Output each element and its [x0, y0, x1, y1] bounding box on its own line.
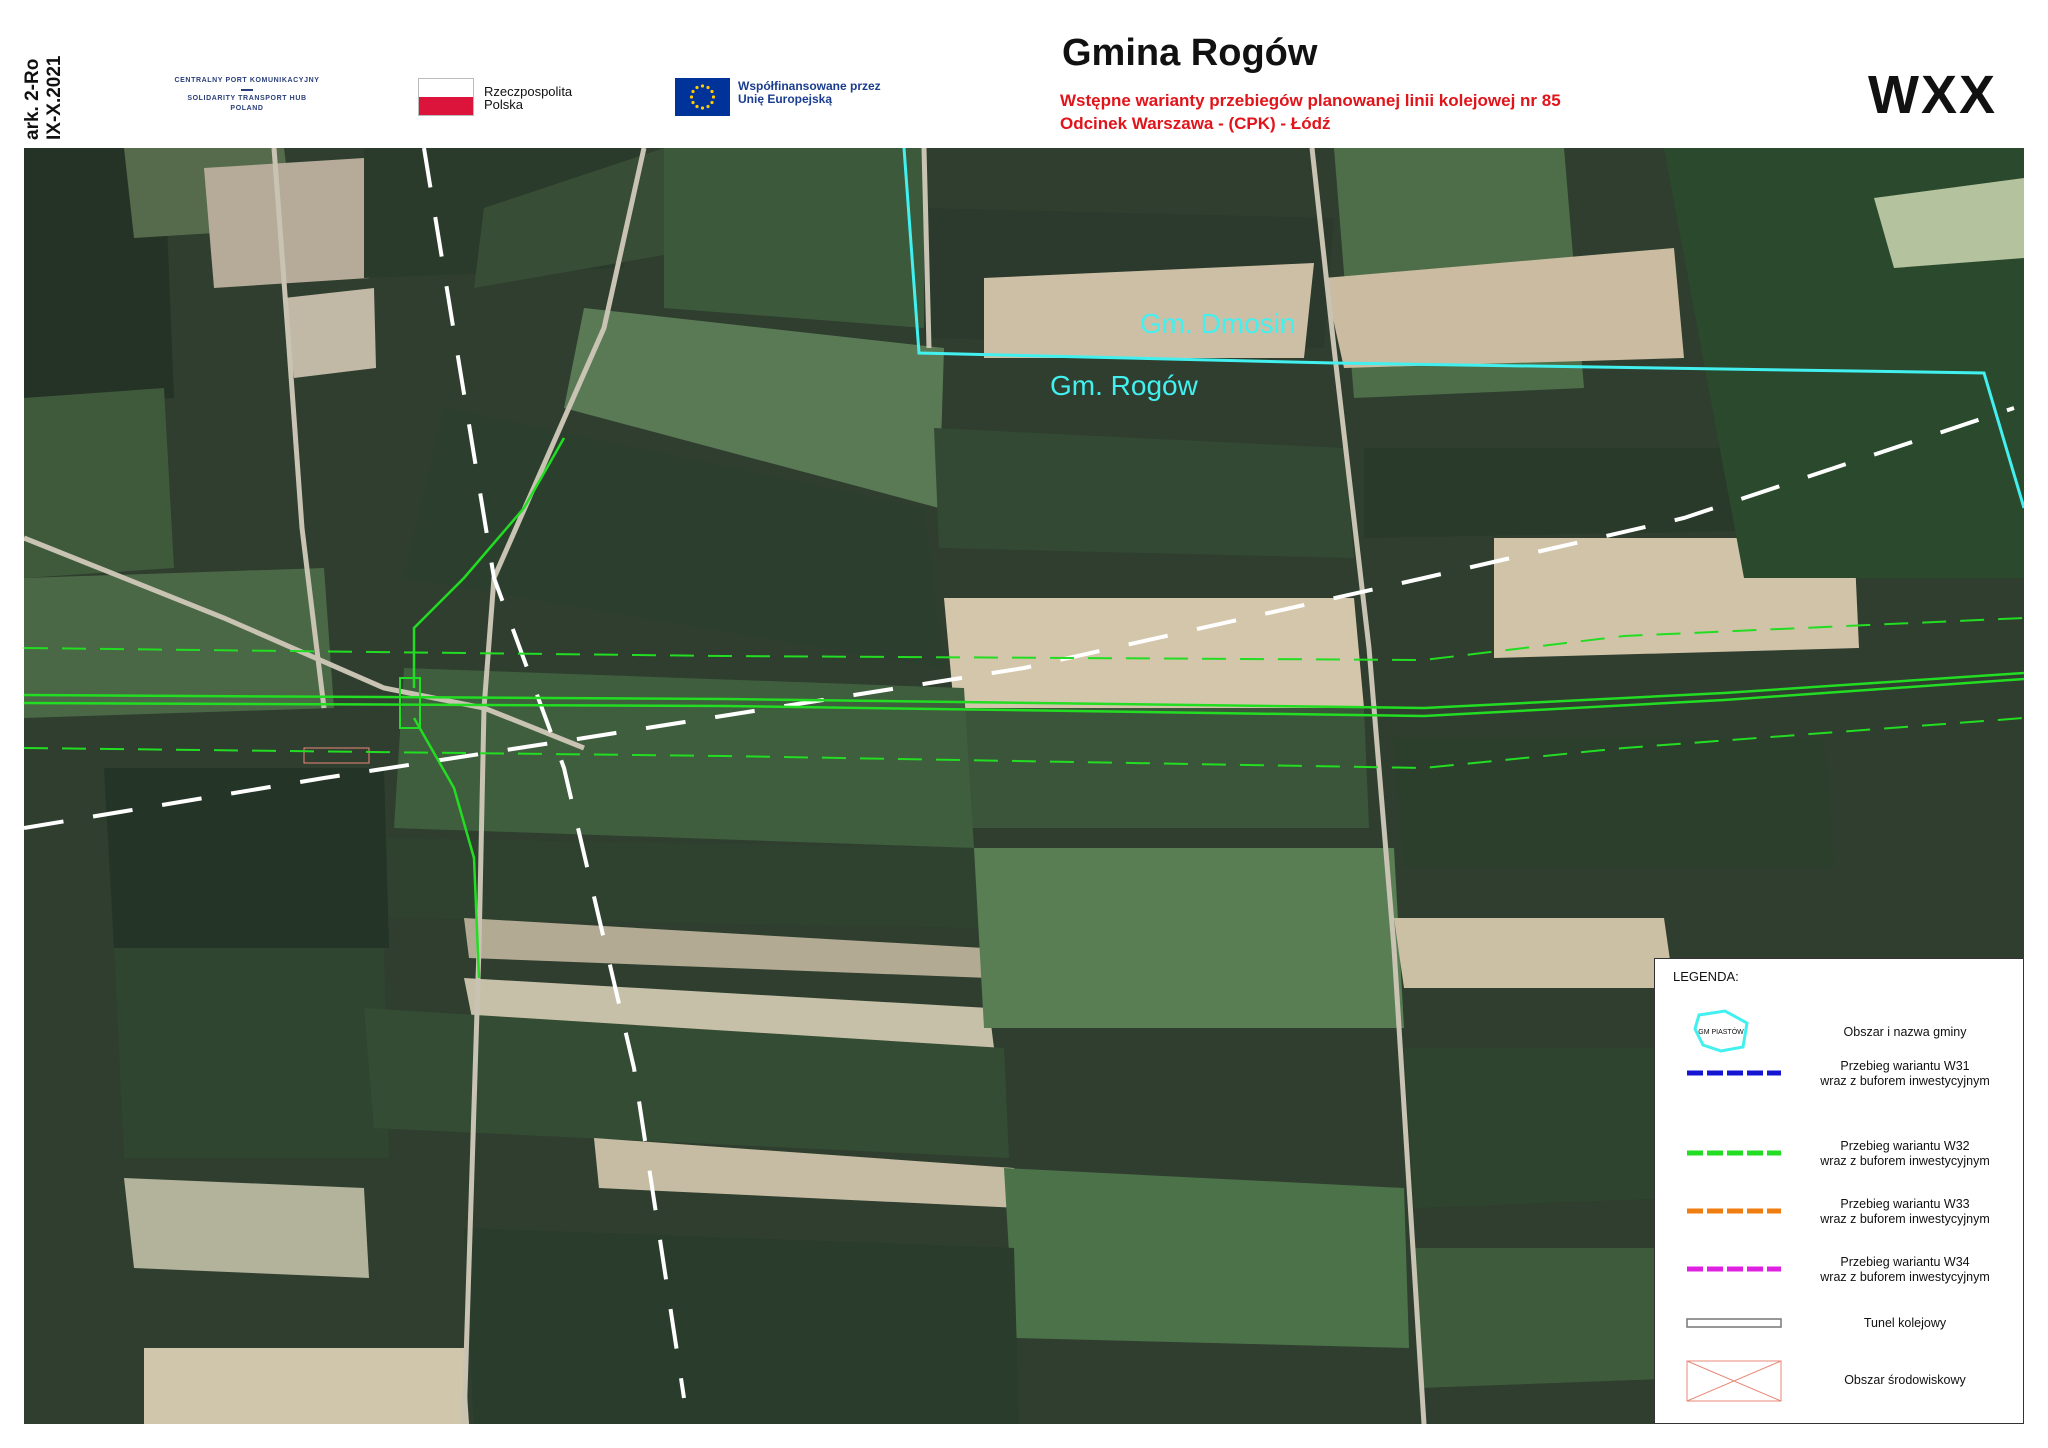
legend-label-w31: Przebieg wariantu W31 wraz z buforem inw… [1785, 1059, 2025, 1089]
polish-flag-icon [418, 78, 474, 116]
w33-line-icon [1687, 1208, 1781, 1214]
legend-w32-line-2: wraz z buforem inwestycyjnym [1820, 1154, 1990, 1168]
sheet-code-line-1: ark. 2-Ro [22, 58, 43, 140]
subtitle-line-1: Wstępne warianty przebiegów planowanej l… [1060, 91, 1561, 110]
env-area-icon [1686, 1360, 1782, 1402]
subtitle-line-2: Odcinek Warszawa - (CPK) - Łódź [1060, 114, 1331, 133]
tunnel-line-icon [1686, 1318, 1782, 1328]
cpk-logo-divider [241, 89, 253, 91]
map-title: Gmina Rogów [1062, 32, 1318, 74]
legend-w34-line-2: wraz z buforem inwestycyjnym [1820, 1270, 1990, 1284]
gmina-area-icon: GM PIASTÓW [1693, 1009, 1749, 1053]
eu-logo-text: Współfinansowane przez Unię Europejską [738, 80, 881, 106]
legend-w32-line-1: Przebieg wariantu W32 [1840, 1139, 1970, 1153]
legend-w33-line-1: Przebieg wariantu W33 [1840, 1197, 1970, 1211]
w32-line-icon [1687, 1150, 1781, 1156]
cpk-logo-line-3: POLAND [230, 105, 264, 112]
cpk-logo-line-1: CENTRALNY PORT KOMUNIKACYJNY [174, 77, 320, 84]
legend-w34-line-1: Przebieg wariantu W34 [1840, 1255, 1970, 1269]
gmina-label-dmosin: Gm. Dmosin [1140, 308, 1296, 339]
gmina-label-rogow: Gm. Rogów [1050, 370, 1198, 401]
rp-logo-line-2: Polska [484, 97, 524, 112]
legend-label-w34: Przebieg wariantu W34 wraz z buforem inw… [1785, 1255, 2025, 1285]
cpk-logo: CENTRALNY PORT KOMUNIKACYJNY SOLIDARITY … [162, 76, 332, 114]
sheet-code: ark. 2-Ro IX-X.2021 [22, 56, 66, 141]
legend-label-w33: Przebieg wariantu W33 wraz z buforem inw… [1785, 1197, 2025, 1227]
rp-logo-text: Rzeczpospolita Polska [484, 85, 572, 111]
legend-label-tunnel: Tunel kolejowy [1863, 1316, 1947, 1330]
gmina-icon-label: GM PIASTÓW [1698, 1027, 1744, 1036]
variant-code: WXX [1868, 65, 1998, 125]
legend-label-gmina: Obszar i nazwa gminy [1843, 1025, 1967, 1039]
legend-w31-line-2: wraz z buforem inwestycyjnym [1820, 1074, 1990, 1088]
w34-line-icon [1687, 1266, 1781, 1272]
legend-label-env-area: Obszar środowiskowy [1844, 1373, 1966, 1387]
eu-flag-icon [675, 78, 730, 116]
legend-w33-line-2: wraz z buforem inwestycyjnym [1820, 1212, 1990, 1226]
w31-line-icon [1687, 1070, 1781, 1076]
sheet-code-line-2: IX-X.2021 [44, 55, 65, 141]
cpk-logo-line-2: SOLIDARITY TRANSPORT HUB [187, 95, 307, 102]
eu-logo-line-2: Unię Europejską [738, 92, 833, 106]
legend-w31-line-1: Przebieg wariantu W31 [1840, 1059, 1970, 1073]
legend-label-w32: Przebieg wariantu W32 wraz z buforem inw… [1785, 1139, 2025, 1169]
legend-title: LEGENDA: [1673, 969, 1739, 984]
map-subtitle: Wstępne warianty przebiegów planowanej l… [1060, 89, 1561, 135]
legend-panel: LEGENDA: GM PIASTÓW Obszar i nazwa gminy… [1654, 958, 2024, 1424]
